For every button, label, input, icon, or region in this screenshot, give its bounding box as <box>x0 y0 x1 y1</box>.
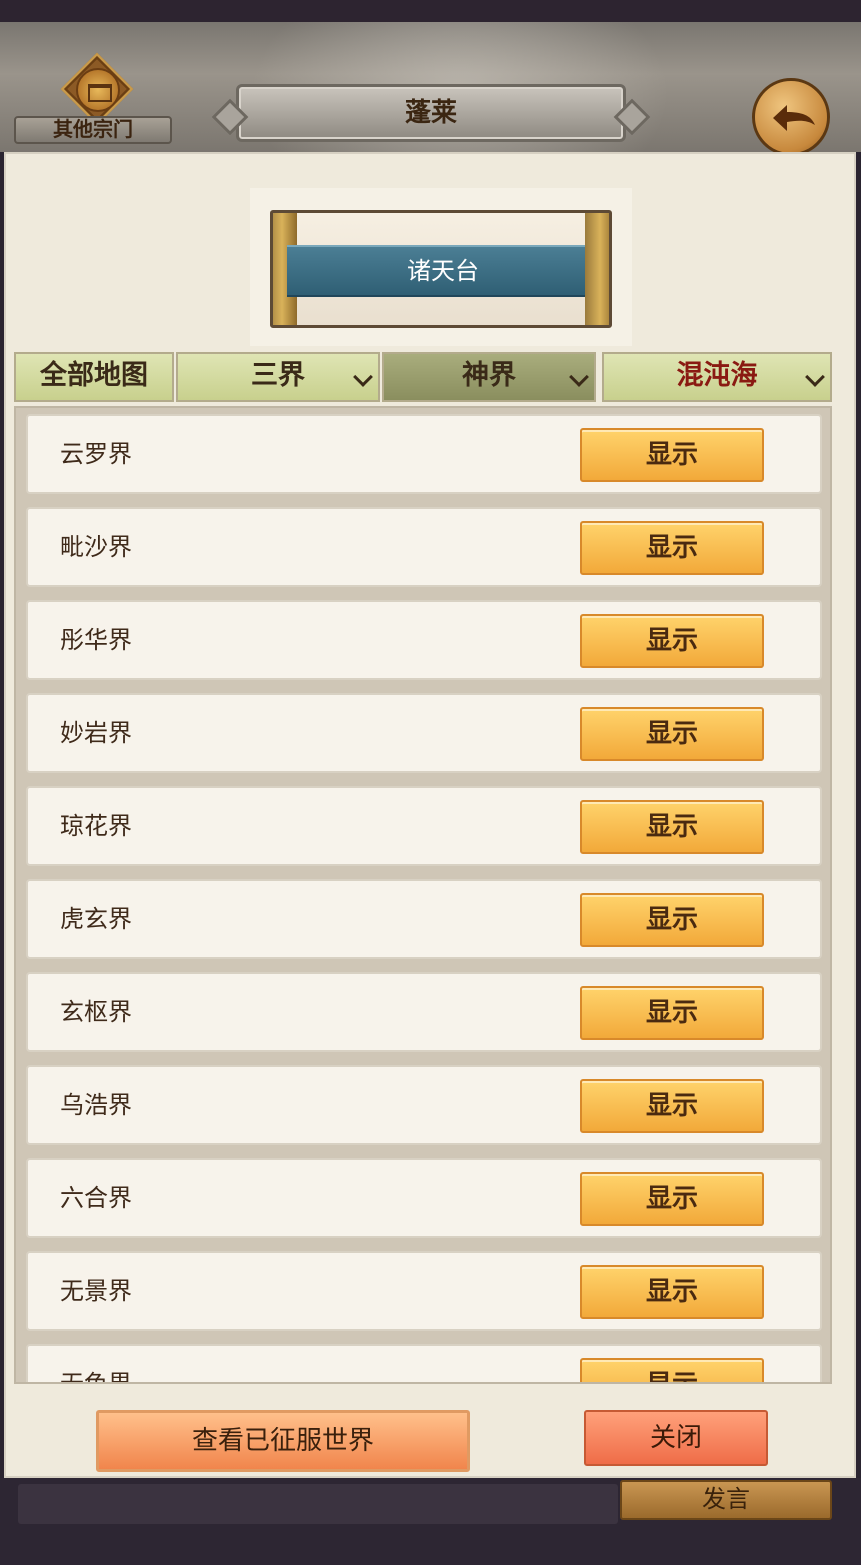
dropdown-shenjie-label: 神界 <box>462 360 516 391</box>
view-conquered-worlds-button[interactable]: 查看已征服世界 <box>96 1410 470 1472</box>
world-name: 虎玄界 <box>60 905 132 933</box>
banner-frame: 诸天台 <box>250 188 632 346</box>
chevron-down-icon <box>805 367 825 387</box>
other-sects-label[interactable]: 其他宗门 <box>14 116 172 144</box>
dropdown-sanjie[interactable]: 三界 <box>176 352 380 402</box>
chevron-down-icon <box>353 367 373 387</box>
page-title: 蓬莱 <box>404 98 457 128</box>
list-item: 虎玄界 显示 <box>26 879 822 959</box>
list-item: 毗沙界 显示 <box>26 507 822 587</box>
list-item: 彤华界 显示 <box>26 600 822 680</box>
world-name: 彤华界 <box>60 626 132 654</box>
back-button[interactable] <box>752 78 830 152</box>
show-button[interactable]: 显示 <box>580 428 764 482</box>
back-arrow-icon <box>773 105 815 131</box>
chat-bar: 发言 <box>0 1478 861 1565</box>
show-button[interactable]: 显示 <box>580 800 764 854</box>
show-button[interactable]: 显示 <box>580 614 764 668</box>
list-item: 云罗界 显示 <box>26 414 822 494</box>
show-button[interactable]: 显示 <box>580 1172 764 1226</box>
top-bar <box>0 0 861 22</box>
dropdown-hundun-label: 混沌海 <box>676 360 758 391</box>
world-name: 云罗界 <box>60 440 132 468</box>
emblem-core <box>76 68 120 112</box>
tab-all-maps-label: 全部地图 <box>40 360 148 391</box>
list-item: 六合界 显示 <box>26 1158 822 1238</box>
world-name: 妙岩界 <box>60 719 132 747</box>
dropdown-shenjie[interactable]: 神界 <box>382 352 596 402</box>
show-button[interactable]: 显示 <box>580 986 764 1040</box>
chevron-down-icon <box>569 367 589 387</box>
tab-all-maps[interactable]: 全部地图 <box>14 352 174 402</box>
world-name: 琼花界 <box>60 812 132 840</box>
dropdown-sanjie-label: 三界 <box>251 360 305 391</box>
world-name: 无色界 <box>60 1370 132 1384</box>
chat-input[interactable] <box>18 1484 618 1524</box>
show-button[interactable]: 显示 <box>580 521 764 575</box>
title-plaque: 蓬莱 <box>236 84 626 142</box>
dropdown-hundun[interactable]: 混沌海 <box>602 352 832 402</box>
list-item: 玄枢界 显示 <box>26 972 822 1052</box>
list-item: 琼花界 显示 <box>26 786 822 866</box>
world-name: 无景界 <box>60 1277 132 1305</box>
show-button[interactable]: 显示 <box>580 1079 764 1133</box>
close-button[interactable]: 关闭 <box>584 1410 768 1466</box>
banner: 诸天台 <box>270 210 612 328</box>
world-list[interactable]: 云罗界 显示 毗沙界 显示 彤华界 显示 妙岩界 显示 琼花界 显示 虎玄界 显… <box>14 406 832 1384</box>
speak-button[interactable]: 发言 <box>620 1480 832 1520</box>
banner-title: 诸天台 <box>287 245 599 297</box>
show-button[interactable]: 显示 <box>580 707 764 761</box>
list-item: 乌浩界 显示 <box>26 1065 822 1145</box>
world-name: 毗沙界 <box>60 533 132 561</box>
show-button[interactable]: 显示 <box>580 1358 764 1382</box>
list-item: 无色界 显示 <box>26 1344 822 1384</box>
map-panel: 诸天台 全部地图 三界 神界 混沌海 云罗界 显示 毗沙界 显示 彤华界 显示 … <box>4 152 856 1478</box>
list-item: 无景界 显示 <box>26 1251 822 1331</box>
world-name: 六合界 <box>60 1184 132 1212</box>
show-button[interactable]: 显示 <box>580 893 764 947</box>
world-name: 玄枢界 <box>60 998 132 1026</box>
world-name: 乌浩界 <box>60 1091 132 1119</box>
list-item: 妙岩界 显示 <box>26 693 822 773</box>
show-button[interactable]: 显示 <box>580 1265 764 1319</box>
